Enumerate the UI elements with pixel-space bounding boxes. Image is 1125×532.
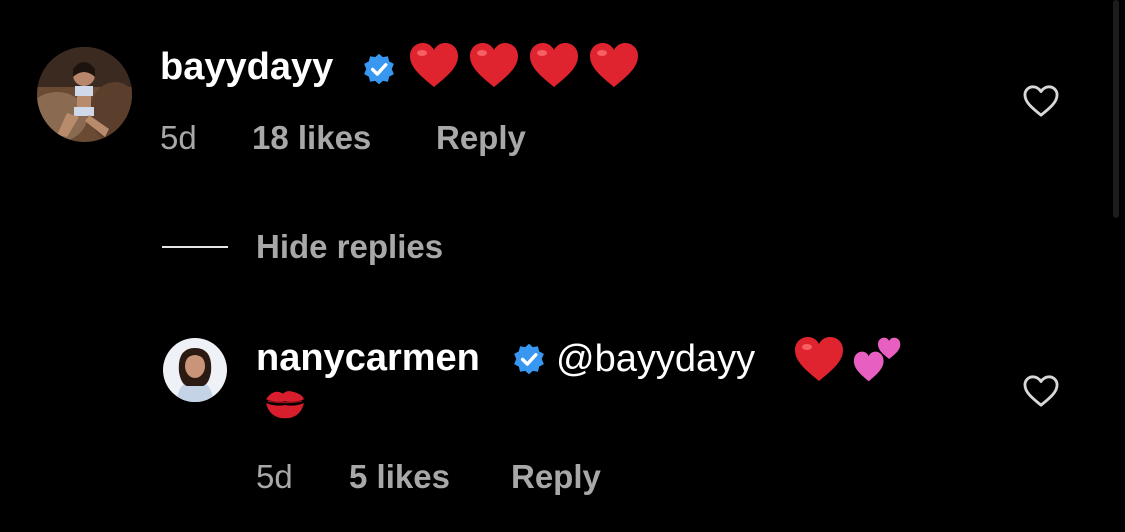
- reply-button[interactable]: Reply: [511, 458, 601, 496]
- verified-badge-icon: [362, 52, 396, 86]
- avatar[interactable]: [163, 338, 227, 402]
- avatar-bayydayy-image: [37, 47, 132, 142]
- kiss-mark-icon: [266, 391, 304, 419]
- heart-outline-icon: [1023, 375, 1059, 407]
- heart-outline-icon: [1023, 85, 1059, 117]
- hide-replies-button[interactable]: Hide replies: [256, 228, 443, 266]
- avatar-nanycarmen-image: [163, 338, 227, 402]
- red-heart-icon: [795, 337, 843, 381]
- hide-replies-line: [162, 246, 228, 248]
- comment-username[interactable]: bayydayy: [160, 46, 333, 89]
- like-heart-button[interactable]: [1020, 370, 1062, 412]
- reply-username[interactable]: nanycarmen: [256, 337, 480, 380]
- reply-button[interactable]: Reply: [436, 119, 526, 157]
- red-heart-icon: [590, 43, 638, 87]
- comment-emoji-text: [408, 40, 640, 90]
- red-heart-icon: [410, 43, 458, 87]
- avatar[interactable]: [37, 47, 132, 142]
- comment-likes-count[interactable]: 18 likes: [252, 119, 371, 157]
- mention-link[interactable]: @bayydayy: [556, 338, 755, 381]
- reply-timestamp: 5d: [256, 458, 293, 495]
- two-hearts-icon: [853, 337, 901, 382]
- comment-timestamp: 5d: [160, 119, 197, 156]
- red-heart-icon: [530, 43, 578, 87]
- verified-badge-icon: [512, 342, 546, 376]
- like-heart-button[interactable]: [1020, 80, 1062, 122]
- red-heart-icon: [470, 43, 518, 87]
- reply-likes-count[interactable]: 5 likes: [349, 458, 450, 496]
- scrollbar[interactable]: [1113, 0, 1119, 218]
